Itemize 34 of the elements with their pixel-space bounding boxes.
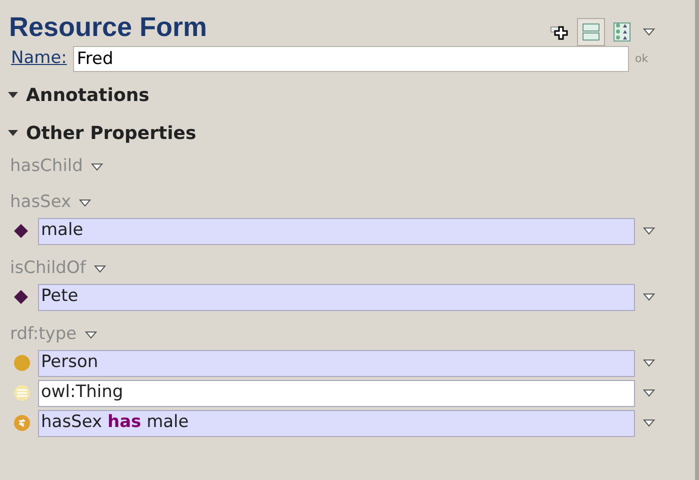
value-field[interactable]: hasSex has male bbox=[38, 410, 635, 436]
section-toggle[interactable]: Annotations bbox=[8, 82, 695, 108]
diamond-icon bbox=[13, 289, 29, 305]
property-name: hasSex bbox=[10, 191, 72, 214]
grid-icon bbox=[613, 22, 631, 42]
expand-triangle-icon bbox=[8, 91, 18, 99]
expand-triangle-icon bbox=[8, 129, 18, 137]
value-field[interactable]: Person bbox=[38, 350, 635, 376]
ok-label: ok bbox=[635, 50, 650, 67]
dropdown-icon[interactable] bbox=[643, 358, 655, 368]
property-name: isChildOf bbox=[10, 257, 86, 280]
rows-icon bbox=[581, 21, 601, 43]
circle-icon bbox=[13, 354, 31, 372]
name-input[interactable]: Fred bbox=[72, 46, 629, 72]
dropdown-icon[interactable] bbox=[643, 292, 655, 302]
property-name: rdf:type bbox=[10, 323, 77, 346]
dropdown-icon[interactable] bbox=[84, 330, 97, 340]
dropdown-icon[interactable] bbox=[643, 226, 655, 236]
restriction-icon bbox=[13, 414, 31, 432]
section-toggle[interactable]: Other Properties bbox=[8, 120, 695, 146]
diamond-icon bbox=[13, 223, 29, 239]
property-name: hasChild bbox=[10, 155, 83, 178]
form-title: Resource Form bbox=[9, 11, 208, 44]
value-field[interactable]: Pete bbox=[38, 284, 635, 310]
value-field[interactable]: male bbox=[38, 218, 635, 244]
menu-caret-icon[interactable] bbox=[643, 28, 655, 36]
dropdown-icon[interactable] bbox=[79, 198, 92, 208]
name-link[interactable]: Name: bbox=[11, 46, 67, 72]
lines-icon bbox=[13, 384, 31, 402]
value-field[interactable]: owl:Thing bbox=[38, 380, 635, 406]
dropdown-icon[interactable] bbox=[90, 162, 103, 172]
dropdown-icon[interactable] bbox=[643, 388, 655, 398]
dropdown-icon[interactable] bbox=[643, 418, 655, 428]
dropdown-icon[interactable] bbox=[94, 264, 106, 274]
